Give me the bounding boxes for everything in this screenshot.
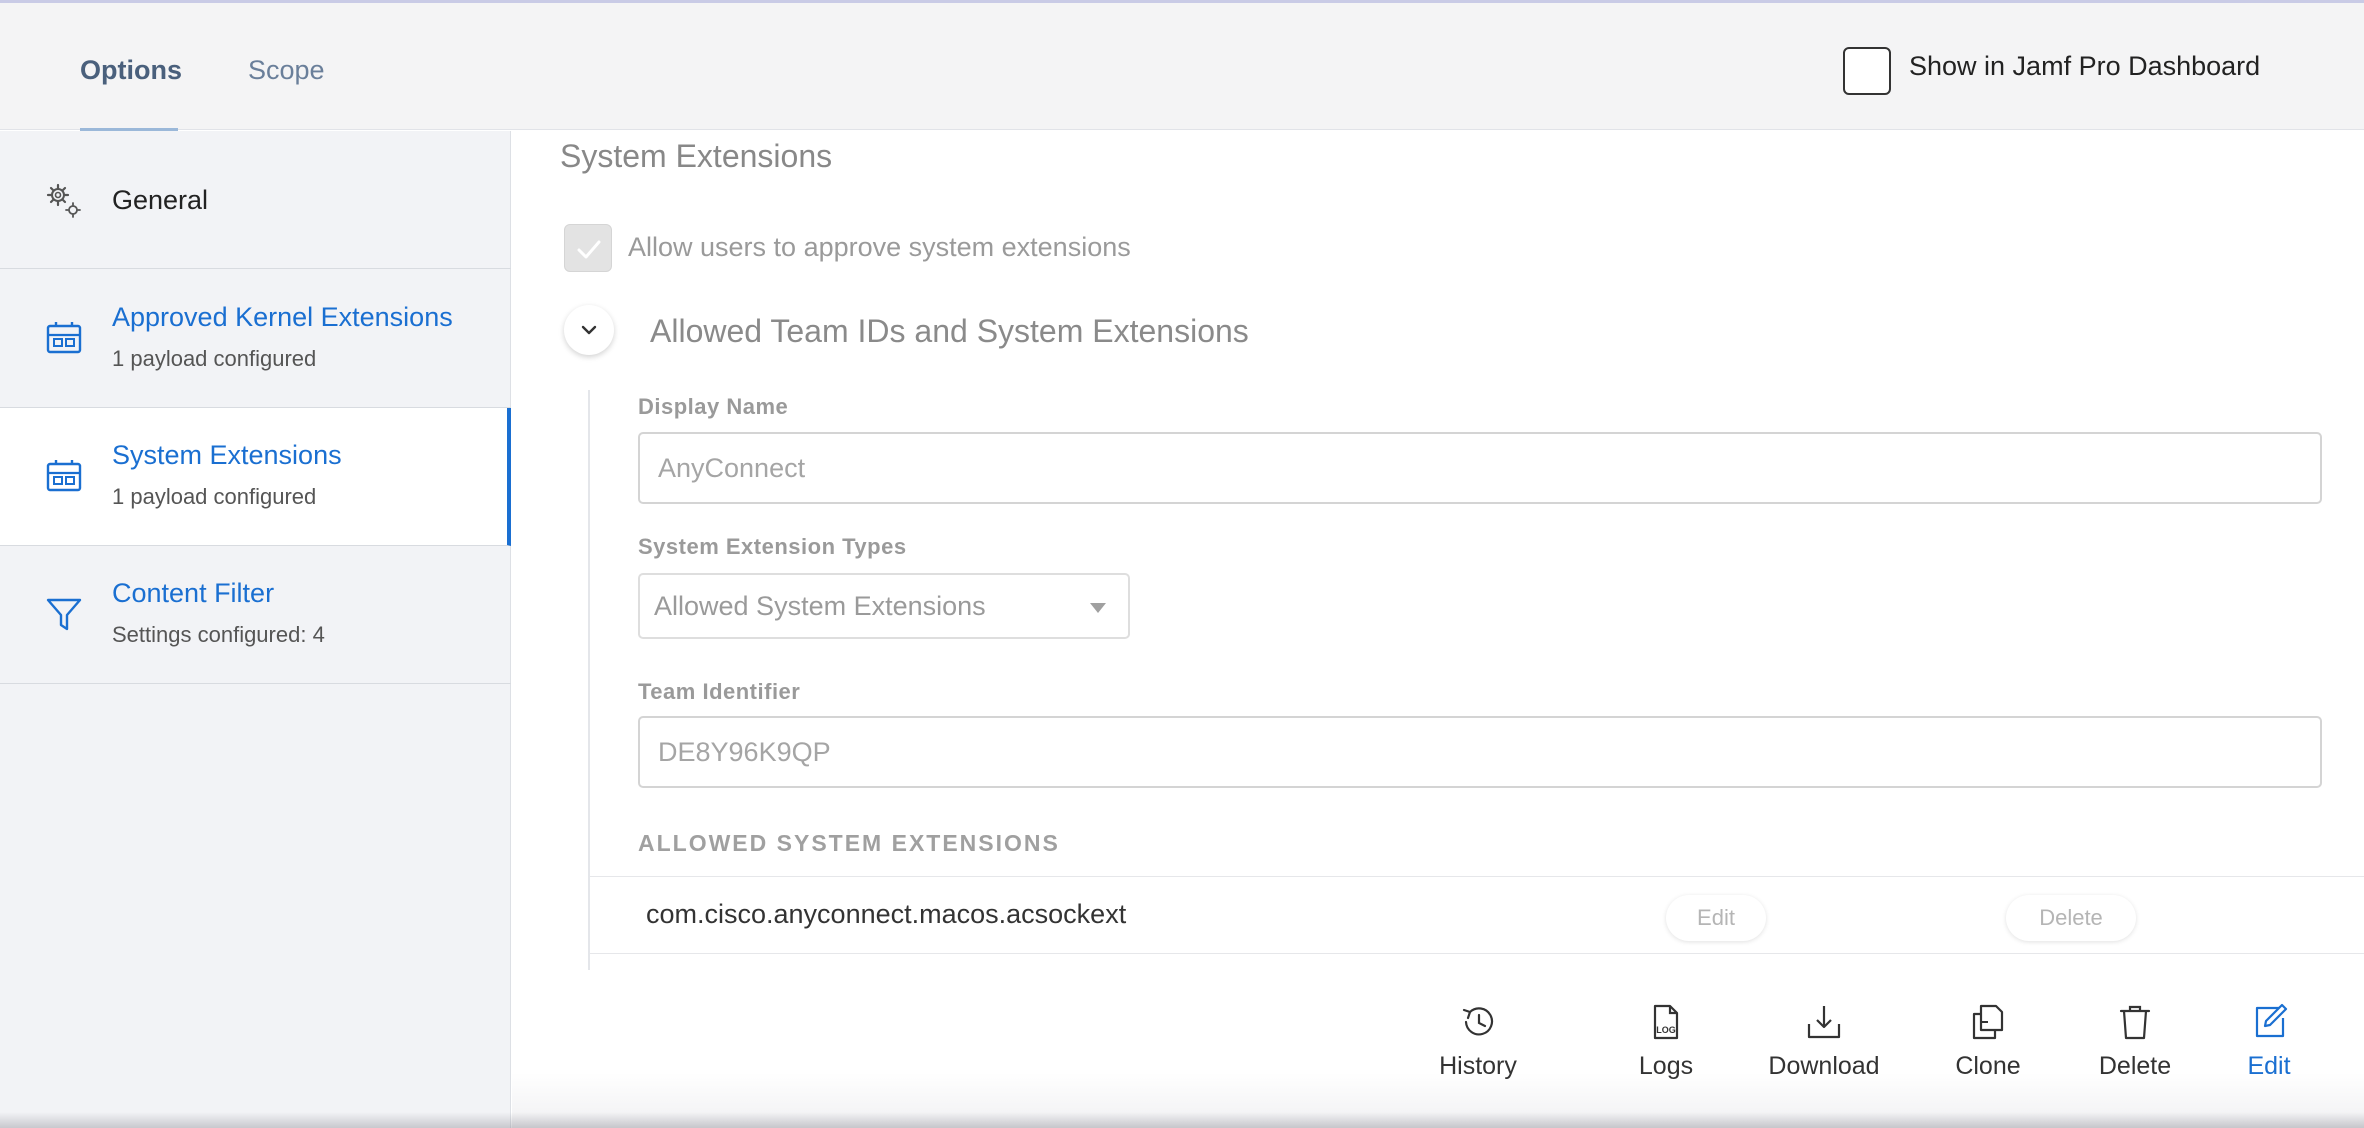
row-delete-button[interactable]: Delete (2006, 895, 2136, 941)
trash-icon (2119, 1005, 2151, 1040)
sidebar-item-subtitle: Settings configured: 4 (112, 622, 325, 647)
list-item: com.cisco.anyconnect.macos.acsockext Edi… (590, 876, 2364, 954)
sidebar-item-content-filter[interactable]: Content Filter Settings configured: 4 (0, 546, 511, 684)
tab-scope[interactable]: Scope (248, 55, 325, 86)
history-icon (1462, 1007, 1494, 1036)
filter-icon (46, 598, 82, 631)
download-button[interactable]: Download (1749, 1002, 1899, 1081)
clone-button[interactable]: Clone (1938, 1002, 2038, 1081)
types-label: System Extension Types (638, 534, 907, 559)
extension-types-select[interactable]: Allowed System Extensions (638, 573, 1130, 639)
extension-identifier: com.cisco.anyconnect.macos.acsockext (646, 899, 1127, 929)
sidebar-item-label: General (112, 185, 209, 215)
logs-icon: LOG (1653, 1004, 1679, 1040)
select-value: Allowed System Extensions (654, 591, 986, 621)
section-title: System Extensions (560, 138, 833, 174)
sidebar-item-subtitle: 1 payload configured (112, 346, 317, 371)
sidebar-item-approved-kernel-extensions[interactable]: Approved Kernel Extensions 1 payload con… (0, 270, 511, 408)
allow-users-checkbox[interactable] (564, 224, 612, 272)
sidebar-item-label: Approved Kernel Extensions (112, 302, 453, 332)
download-icon (1807, 1006, 1841, 1039)
display-name-field[interactable]: AnyConnect (638, 432, 2322, 504)
group-title: Allowed Team IDs and System Extensions (650, 313, 1249, 349)
list-header: ALLOWED SYSTEM EXTENSIONS (638, 830, 1060, 856)
caret-down-icon (1090, 603, 1106, 613)
logs-button[interactable]: LOG Logs (1616, 1002, 1716, 1081)
header-bar: Options Scope Show in Jamf Pro Dashboard (0, 0, 2364, 132)
extension-icon (46, 460, 82, 492)
action-bar: History LOG Logs Download Clone Delete E… (512, 970, 2364, 1128)
collapse-toggle-button[interactable] (564, 305, 614, 355)
delete-label: Delete (2098, 1052, 2172, 1080)
logs-label: Logs (1638, 1052, 1694, 1080)
history-label: History (1439, 1052, 1517, 1080)
checkmark-icon (577, 240, 601, 259)
team-identifier-field[interactable]: DE8Y96K9QP (638, 716, 2322, 788)
sidebar-item-subtitle: 1 payload configured (112, 484, 317, 509)
clone-icon (1972, 1004, 2004, 1040)
app-window: Options Scope Show in Jamf Pro Dashboard (0, 0, 2364, 1128)
row-edit-button[interactable]: Edit (1666, 895, 1766, 941)
download-label: Download (1768, 1052, 1880, 1080)
allow-users-label: Allow users to approve system extensions (628, 232, 1131, 262)
extension-icon (46, 322, 82, 354)
dashboard-checkbox[interactable] (1843, 47, 1891, 95)
tab-options[interactable]: Options (80, 55, 182, 86)
gear-icon (46, 183, 81, 218)
edit-icon (2255, 1003, 2288, 1038)
sidebar-item-label: System Extensions (112, 440, 342, 470)
dashboard-checkbox-label: Show in Jamf Pro Dashboard (1909, 51, 2261, 81)
team-id-label: Team Identifier (638, 679, 801, 704)
sidebar-item-system-extensions[interactable]: System Extensions 1 payload configured (0, 408, 511, 546)
sidebar-item-label: Content Filter (112, 578, 275, 608)
sidebar-item-general[interactable]: General (0, 131, 511, 269)
logs-icon-text: LOG (1656, 1025, 1676, 1035)
edit-label: Edit (2247, 1052, 2291, 1080)
display-name-label: Display Name (638, 394, 789, 419)
delete-button[interactable]: Delete (2085, 1002, 2185, 1081)
window-bottom-edge (0, 1112, 2364, 1128)
payload-sidebar: General Approved Kernel Extensions 1 pay… (0, 131, 511, 1128)
edit-button[interactable]: Edit (2229, 1002, 2309, 1081)
history-button[interactable]: History (1418, 1002, 1538, 1081)
clone-label: Clone (1955, 1052, 2021, 1080)
chevron-down-icon (581, 325, 597, 335)
